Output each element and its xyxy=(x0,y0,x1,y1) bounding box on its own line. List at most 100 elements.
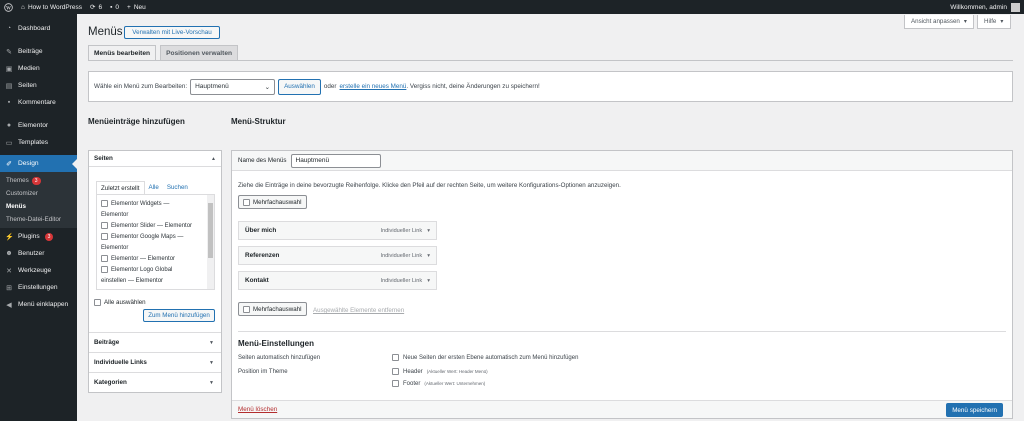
design-submenu: Themes 3 Customizer Menüs Theme-Datei-Edi… xyxy=(0,172,77,228)
select-menu-button[interactable]: Auswählen xyxy=(278,78,321,95)
theme-location-label: Position im Theme xyxy=(238,369,288,375)
sidebar-item-templates[interactable]: ▭ Templates xyxy=(0,134,77,151)
checkbox[interactable] xyxy=(392,380,399,387)
sidebar-item-design[interactable]: ✐ Design xyxy=(0,155,77,172)
tab-view-all[interactable]: Alle xyxy=(145,181,163,194)
menu-item-title: Referenzen xyxy=(245,252,280,259)
create-new-menu-link[interactable]: erstelle ein neues Menü xyxy=(340,83,407,90)
auto-add-option-label: Neue Seiten der ersten Ebene automatisch… xyxy=(403,354,579,361)
list-item[interactable]: Elementor Logo Global xyxy=(101,264,214,275)
menu-item[interactable]: Referenzen Individueller Link ▾ xyxy=(238,246,437,265)
menu-name-label: Name des Menüs xyxy=(238,157,287,164)
scrollbar-thumb[interactable] xyxy=(208,203,213,258)
list-item[interactable]: Elementor Slider — Elementor xyxy=(101,220,214,231)
select-all-row[interactable]: Alle auswählen xyxy=(94,299,146,306)
pages-tabs: Zuletzt erstellt Alle Suchen xyxy=(96,181,192,194)
submenu-item-menus[interactable]: Menüs xyxy=(0,200,77,213)
tab-most-recent[interactable]: Zuletzt erstellt xyxy=(96,181,145,194)
location-header-option[interactable]: Header (Aktueller Wert: Header Menü) xyxy=(392,368,488,375)
collapse-icon: ◀ xyxy=(6,301,12,309)
submenu-item-themes[interactable]: Themes 3 xyxy=(0,174,77,187)
tab-manage-locations[interactable]: Positionen verwalten xyxy=(160,45,239,60)
save-menu-button[interactable]: Menü speichern xyxy=(946,403,1003,417)
sidebar-item-plugins[interactable]: ⚡ Plugins 3 xyxy=(0,228,77,245)
caret-down-icon[interactable]: ▾ xyxy=(427,253,430,259)
sidebar-item-dashboard[interactable]: ◔ Dashboard xyxy=(0,20,77,37)
sidebar-item-elementor[interactable]: ● Elementor xyxy=(0,117,77,134)
caret-down-icon[interactable]: ▾ xyxy=(427,228,430,234)
checkbox[interactable] xyxy=(101,233,108,240)
accordion-posts[interactable]: Beiträge ▼ xyxy=(89,332,221,352)
divider xyxy=(238,331,1006,332)
sidebar-item-users[interactable]: ☻ Benutzer xyxy=(0,245,77,262)
tab-edit-menus[interactable]: Menüs bearbeiten xyxy=(88,45,157,60)
nav-tabs: Menüs bearbeiten Positionen verwalten xyxy=(88,45,239,60)
sidebar-item-settings[interactable]: ⊞ Einstellungen xyxy=(0,279,77,296)
account-menu[interactable]: Willkommen, admin xyxy=(946,0,1024,14)
location-note: (Aktueller Wert: Unternehmen) xyxy=(424,381,486,386)
caret-down-icon[interactable]: ▾ xyxy=(427,278,430,284)
menu-item[interactable]: Über mich Individueller Link ▾ xyxy=(238,221,437,240)
add-to-menu-button[interactable]: Zum Menü hinzufügen xyxy=(143,309,215,322)
menu-name-input[interactable]: Hauptmenü xyxy=(290,153,381,168)
bulk-select-toggle[interactable]: Mehrfachauswahl xyxy=(238,195,307,209)
sidebar-item-pages[interactable]: ▤ Seiten xyxy=(0,77,77,94)
new-content-link[interactable]: + Neu xyxy=(123,0,150,14)
bulk-select-label: Mehrfachauswahl xyxy=(253,198,302,206)
menu-item[interactable]: Kontakt Individueller Link ▾ xyxy=(238,271,437,290)
accordion-custom-links[interactable]: Individuelle Links ▼ xyxy=(89,352,221,372)
sidebar-item-media[interactable]: ▣ Medien xyxy=(0,60,77,77)
submenu-item-theme-editor[interactable]: Theme-Datei-Editor xyxy=(0,213,77,226)
checkbox[interactable] xyxy=(101,222,108,229)
sidebar-item-comments[interactable]: ▪ Kommentare xyxy=(0,94,77,111)
list-item[interactable]: Elementor Google Maps — xyxy=(101,231,214,242)
sidebar-item-label: Menü einklappen xyxy=(18,301,69,308)
instructions-text: Ziehe die Einträge in deine bevorzugte R… xyxy=(238,182,621,189)
select-all-checkbox[interactable] xyxy=(94,299,101,306)
scrollbar[interactable] xyxy=(207,195,214,289)
site-name-link[interactable]: ⌂ How to WordPress xyxy=(17,0,86,14)
pages-accordion-header[interactable]: Seiten ▲ xyxy=(89,151,221,167)
pages-heading: Seiten xyxy=(94,155,113,162)
chevron-down-icon: ⌄ xyxy=(264,83,271,91)
tab-search[interactable]: Suchen xyxy=(163,181,192,194)
checkbox[interactable] xyxy=(392,368,399,375)
live-preview-button[interactable]: Verwalten mit Live-Vorschau xyxy=(124,26,220,39)
checkbox[interactable] xyxy=(101,255,108,262)
accordion-categories[interactable]: Kategorien ▼ xyxy=(89,372,221,392)
caret-down-icon: ▼ xyxy=(209,339,214,346)
list-item-label: Elementor — Elementor xyxy=(111,255,176,262)
list-item[interactable]: Elementor Widgets — xyxy=(101,198,214,209)
delete-menu-link[interactable]: Menü löschen xyxy=(238,406,277,413)
welcome-text: Willkommen, admin xyxy=(950,3,1007,11)
settings-icon: ⊞ xyxy=(6,284,12,292)
help-button[interactable]: Hilfe ▾ xyxy=(977,15,1011,29)
pages-checklist[interactable]: Elementor Widgets — Elementor Elementor … xyxy=(96,194,215,290)
checkbox[interactable] xyxy=(101,266,108,273)
screen-options-button[interactable]: Ansicht anpassen ▾ xyxy=(904,15,974,29)
remove-selected-link[interactable]: Ausgewählte Elemente entfernen xyxy=(313,307,404,314)
location-footer-option[interactable]: Footer (Aktueller Wert: Unternehmen) xyxy=(392,380,485,387)
accordion-label: Beiträge xyxy=(94,339,120,346)
checkbox[interactable] xyxy=(243,305,250,313)
list-item[interactable]: Elementor — Elementor xyxy=(101,253,214,264)
comments-link[interactable]: ▪ 0 xyxy=(106,0,123,14)
wordpress-logo-icon[interactable]: W xyxy=(0,0,17,14)
checkbox[interactable] xyxy=(101,200,108,207)
sidebar-item-posts[interactable]: ✎ Beiträge xyxy=(0,43,77,60)
accordion-label: Kategorien xyxy=(94,379,127,386)
submenu-item-customizer[interactable]: Customizer xyxy=(0,187,77,200)
sidebar-item-tools[interactable]: ✕ Werkzeuge xyxy=(0,262,77,279)
bulk-select-toggle-bottom[interactable]: Mehrfachauswahl xyxy=(238,302,307,316)
menu-select[interactable]: Hauptmenü ⌄ xyxy=(190,78,276,95)
checkbox[interactable] xyxy=(243,198,250,206)
checkbox[interactable] xyxy=(392,354,399,361)
site-name: How to WordPress xyxy=(27,3,83,11)
menu-settings-heading: Menü-Einstellungen xyxy=(238,339,314,348)
auto-add-option[interactable]: Neue Seiten der ersten Ebene automatisch… xyxy=(392,354,578,361)
caret-down-icon: ▾ xyxy=(1000,18,1004,25)
list-item-label: Elementor Widgets — xyxy=(111,200,170,207)
list-item-continuation: Elementor xyxy=(101,211,129,218)
updates-link[interactable]: ⟳ 6 xyxy=(86,0,106,14)
collapse-menu-button[interactable]: ◀ Menü einklappen xyxy=(0,296,77,313)
